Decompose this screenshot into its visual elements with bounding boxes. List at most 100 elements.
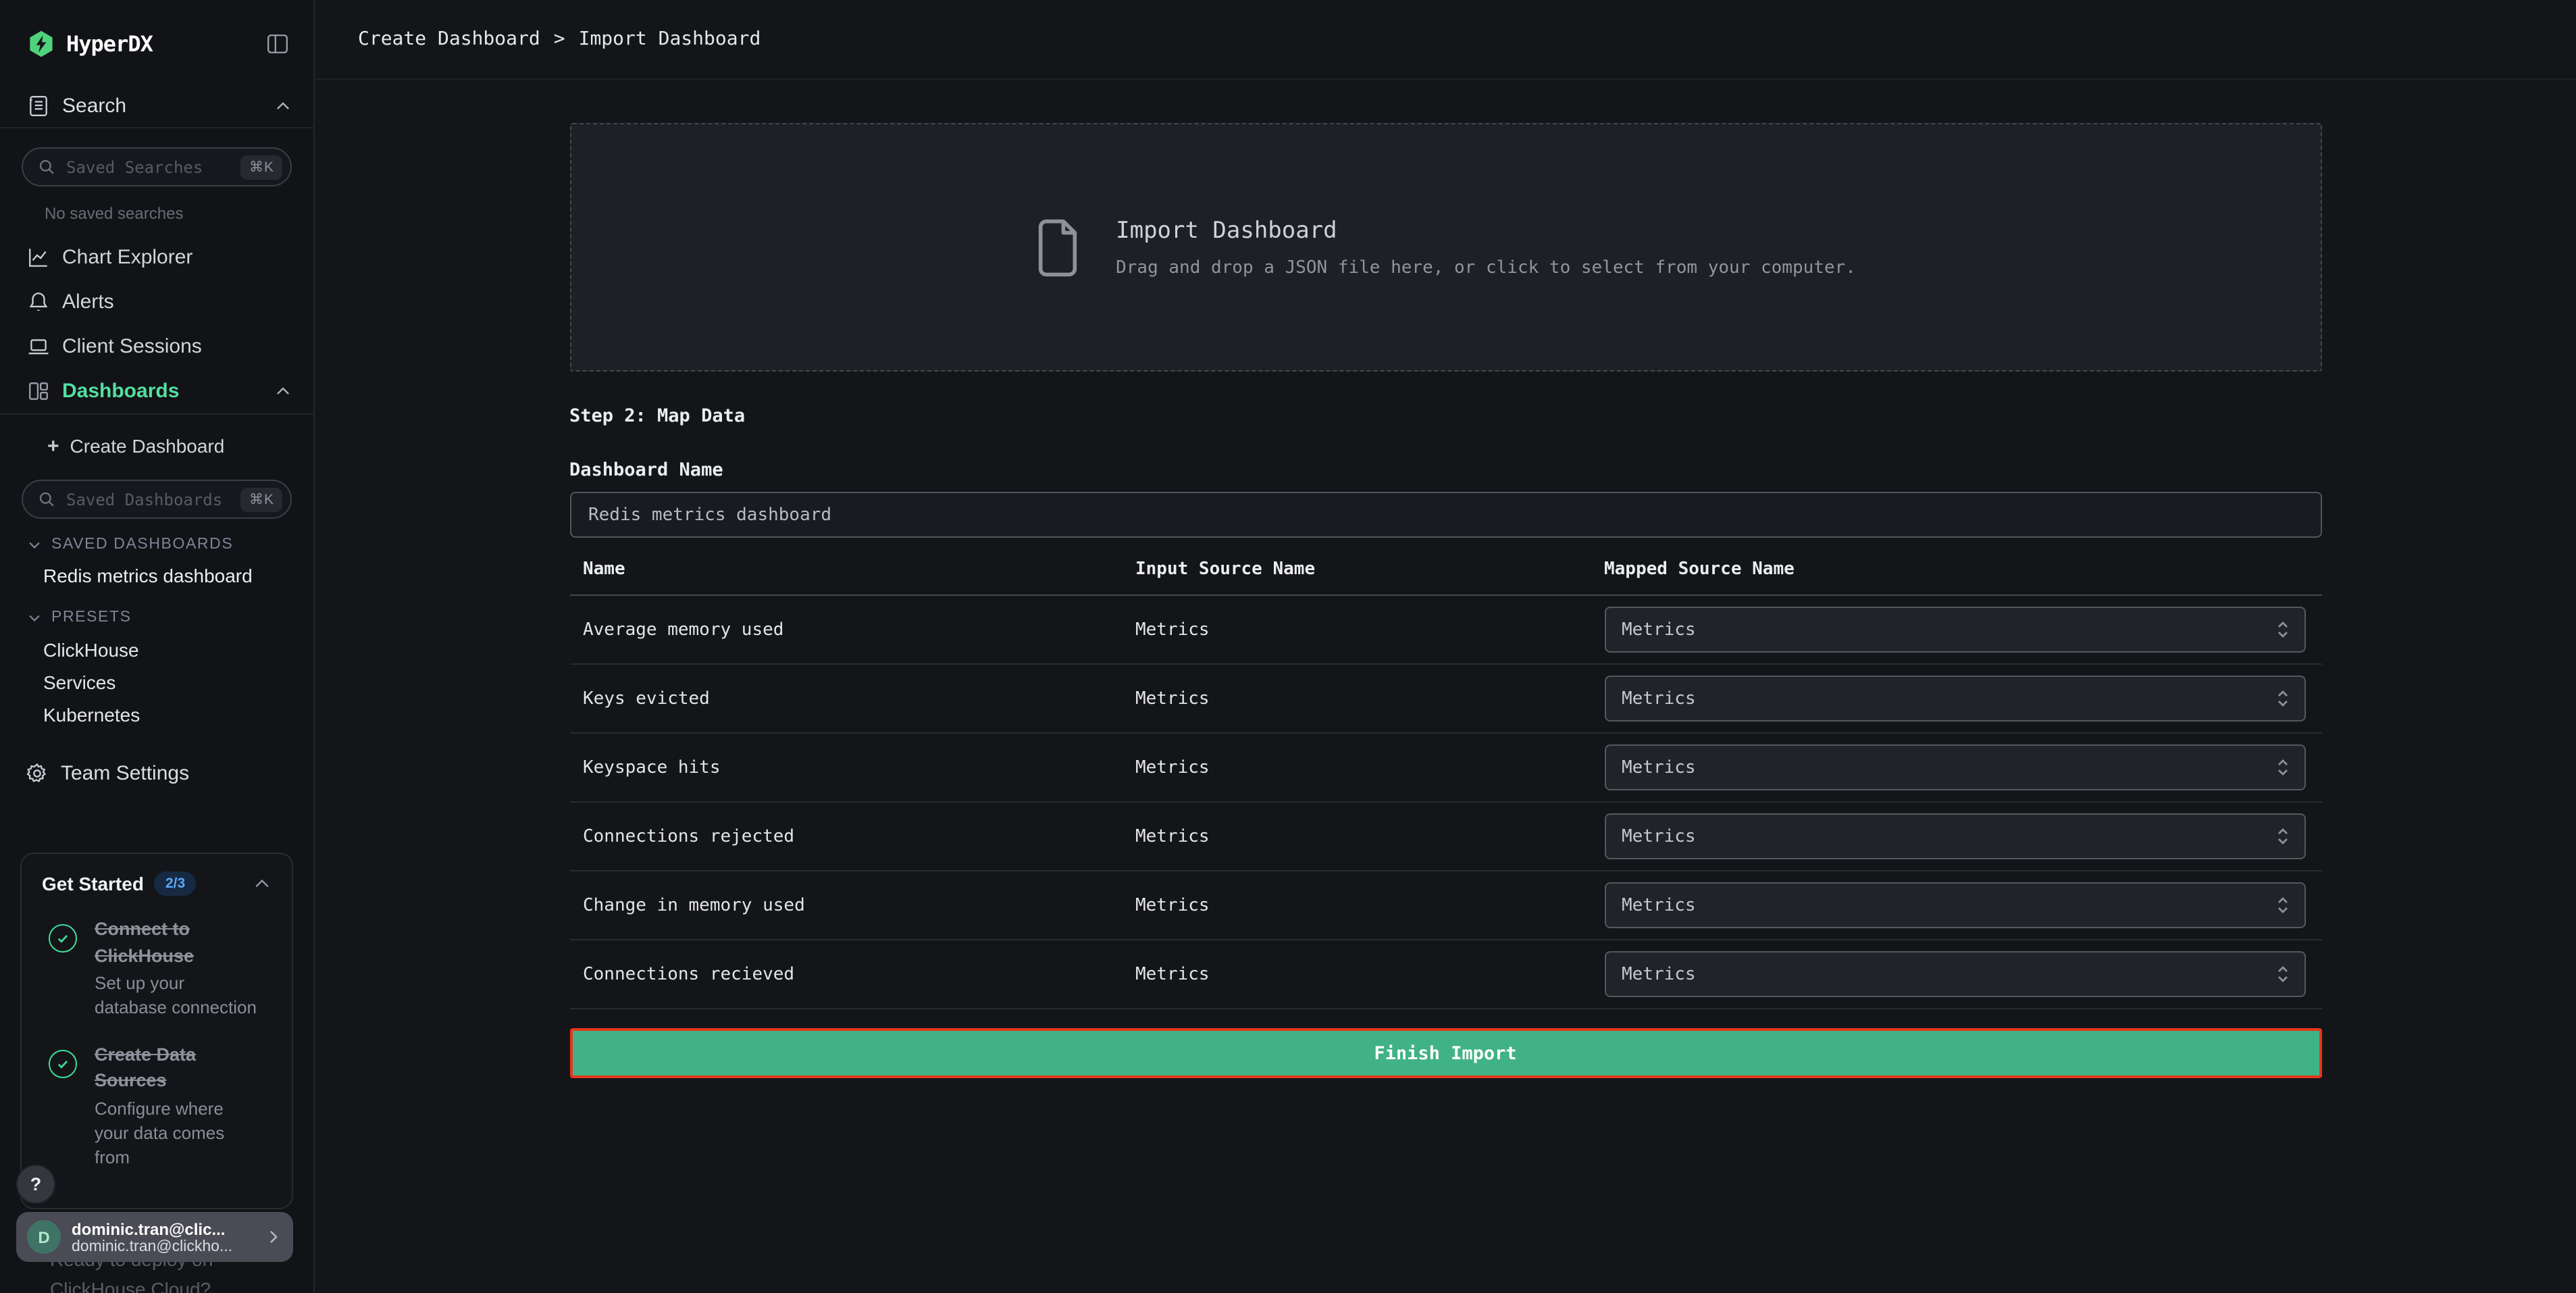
bell-icon xyxy=(27,290,50,313)
team-settings-button[interactable]: Team Settings xyxy=(0,762,313,785)
sidebar-item-dashboards[interactable]: Dashboards xyxy=(0,369,313,413)
presets-header[interactable]: PRESETS xyxy=(27,609,313,626)
selector-chevrons-icon xyxy=(2274,688,2290,709)
chevron-up-icon[interactable] xyxy=(274,382,292,400)
step-label: Step 2: Map Data xyxy=(569,405,2321,427)
table-body: Average memory used Metrics Metrics Keys… xyxy=(569,596,2321,1009)
preset-item-services[interactable]: Services xyxy=(43,671,313,693)
mapped-source-select[interactable]: Metrics xyxy=(1604,882,2305,928)
logo-row: HyperDX xyxy=(0,0,313,62)
table-row: Connections rejected Metrics Metrics xyxy=(569,803,2321,871)
shortcut-badge: ⌘K xyxy=(241,487,282,511)
laptop-icon xyxy=(27,335,50,358)
nav-label: Alerts xyxy=(62,290,114,313)
table-row: Change in memory used Metrics Metrics xyxy=(569,871,2321,940)
get-started-progress-badge: 2/3 xyxy=(155,871,196,896)
row-name: Average memory used xyxy=(569,619,1135,640)
row-name: Connections rejected xyxy=(569,826,1135,846)
chevron-up-icon[interactable] xyxy=(274,97,292,114)
sidebar-item-alerts[interactable]: Alerts xyxy=(0,280,313,324)
mapped-source-select[interactable]: Metrics xyxy=(1604,813,2305,859)
create-dashboard-label: Create Dashboard xyxy=(70,435,225,457)
saved-searches-input[interactable]: Saved Searches ⌘K xyxy=(22,147,292,186)
chevron-up-icon[interactable] xyxy=(253,874,272,893)
table-row: Keys evicted Metrics Metrics xyxy=(569,665,2321,734)
help-button[interactable]: ? xyxy=(16,1165,55,1204)
table-row: Average memory used Metrics Metrics xyxy=(569,596,2321,665)
breadcrumb-import-dashboard: Import Dashboard xyxy=(579,28,761,50)
preset-item-kubernetes[interactable]: Kubernetes xyxy=(43,704,313,726)
user-menu[interactable]: D dominic.tran@clic... dominic.tran@clic… xyxy=(16,1212,293,1262)
row-name: Change in memory used xyxy=(569,895,1135,915)
mapping-table: Name Input Source Name Mapped Source Nam… xyxy=(569,559,2321,1009)
get-started-step-add-data[interactable]: 3 Add Data Start sending logs, metrics, … xyxy=(42,1202,272,1209)
sidebar-item-client-sessions[interactable]: Client Sessions xyxy=(0,324,313,369)
mapped-source-value: Metrics xyxy=(1622,826,2274,846)
layout-sidebar-icon xyxy=(265,32,288,55)
mapped-source-value: Metrics xyxy=(1622,757,2274,778)
nav-label: Client Sessions xyxy=(62,335,202,358)
chevron-down-icon xyxy=(27,610,42,625)
table-row: Keyspace hits Metrics Metrics xyxy=(569,734,2321,803)
no-saved-searches-note: No saved searches xyxy=(45,204,313,223)
dashboard-name-label: Dashboard Name xyxy=(569,459,2321,481)
nav-label: Chart Explorer xyxy=(62,246,192,269)
dashboard-name-input[interactable] xyxy=(569,492,2321,538)
divider xyxy=(0,127,313,128)
file-icon xyxy=(1035,217,1081,278)
mapped-source-value: Metrics xyxy=(1622,895,2274,915)
create-dashboard-button[interactable]: + Create Dashboard xyxy=(0,415,313,477)
mapped-source-value: Metrics xyxy=(1622,964,2274,984)
mapped-source-select[interactable]: Metrics xyxy=(1604,744,2305,790)
gear-icon xyxy=(26,762,49,785)
chevron-right-icon xyxy=(265,1228,282,1246)
chart-icon xyxy=(27,246,50,269)
dropzone-title: Import Dashboard xyxy=(1116,217,1856,244)
plus-icon: + xyxy=(47,434,59,457)
row-input-source: Metrics xyxy=(1135,619,1604,640)
app-root: HyperDX Search Saved Searches ⌘K No save xyxy=(0,0,2576,1293)
saved-searches-placeholder: Saved Searches xyxy=(66,157,241,176)
selector-chevrons-icon xyxy=(2274,894,2290,916)
get-started-step-sources[interactable]: Create Data Sources Configure where your… xyxy=(42,1041,272,1170)
check-circle-icon xyxy=(48,1049,76,1078)
row-input-source: Metrics xyxy=(1135,895,1604,915)
sidebar-section-search[interactable]: Search xyxy=(0,84,313,127)
nav-label: Dashboards xyxy=(62,380,179,403)
get-started-step-connect[interactable]: Connect to ClickHouse Set up your databa… xyxy=(42,916,272,1021)
saved-dashboards-placeholder: Saved Dashboards xyxy=(66,490,241,509)
dashboard-icon xyxy=(27,380,50,403)
mapped-source-select[interactable]: Metrics xyxy=(1604,951,2305,997)
saved-dashboards-header[interactable]: SAVED DASHBOARDS xyxy=(27,536,313,553)
breadcrumb-create-dashboard[interactable]: Create Dashboard xyxy=(358,28,540,50)
row-name: Keys evicted xyxy=(569,688,1135,709)
app-title: HyperDX xyxy=(66,30,153,56)
group-header-label: SAVED DASHBOARDS xyxy=(51,536,233,553)
sidebar-collapse-button[interactable] xyxy=(262,28,292,58)
user-email: dominic.tran@clickho... xyxy=(72,1238,265,1254)
content: Import Dashboard Drag and drop a JSON fi… xyxy=(315,80,2576,1293)
check-circle-icon xyxy=(48,924,76,953)
get-started-card: Get Started 2/3 Connect to ClickHouse Se… xyxy=(20,853,293,1209)
saved-dashboard-item[interactable]: Redis metrics dashboard xyxy=(43,565,313,586)
row-name: Connections recieved xyxy=(569,964,1135,984)
sidebar-nav: Chart Explorer Alerts Client Sessions xyxy=(0,235,313,413)
preset-item-clickhouse[interactable]: ClickHouse xyxy=(43,639,313,661)
saved-dashboards-input[interactable]: Saved Dashboards ⌘K xyxy=(22,480,292,519)
breadcrumb: Create Dashboard > Import Dashboard xyxy=(358,28,761,50)
hyperdx-logo-icon xyxy=(27,29,55,57)
step-subtitle: Set up your database connection xyxy=(95,971,259,1021)
finish-import-button[interactable]: Finish Import xyxy=(569,1028,2321,1078)
row-input-source: Metrics xyxy=(1135,964,1604,984)
selector-chevrons-icon xyxy=(2274,757,2290,778)
mapped-source-select[interactable]: Metrics xyxy=(1604,607,2305,653)
sidebar-item-chart-explorer[interactable]: Chart Explorer xyxy=(0,235,313,280)
mapped-source-select[interactable]: Metrics xyxy=(1604,676,2305,721)
breadcrumb-separator: > xyxy=(554,28,565,50)
chevron-down-icon xyxy=(27,537,42,552)
table-header-row: Name Input Source Name Mapped Source Nam… xyxy=(569,559,2321,596)
import-dropzone[interactable]: Import Dashboard Drag and drop a JSON fi… xyxy=(569,123,2321,372)
row-input-source: Metrics xyxy=(1135,757,1604,778)
row-input-source: Metrics xyxy=(1135,688,1604,709)
column-header-name: Name xyxy=(569,559,1135,580)
